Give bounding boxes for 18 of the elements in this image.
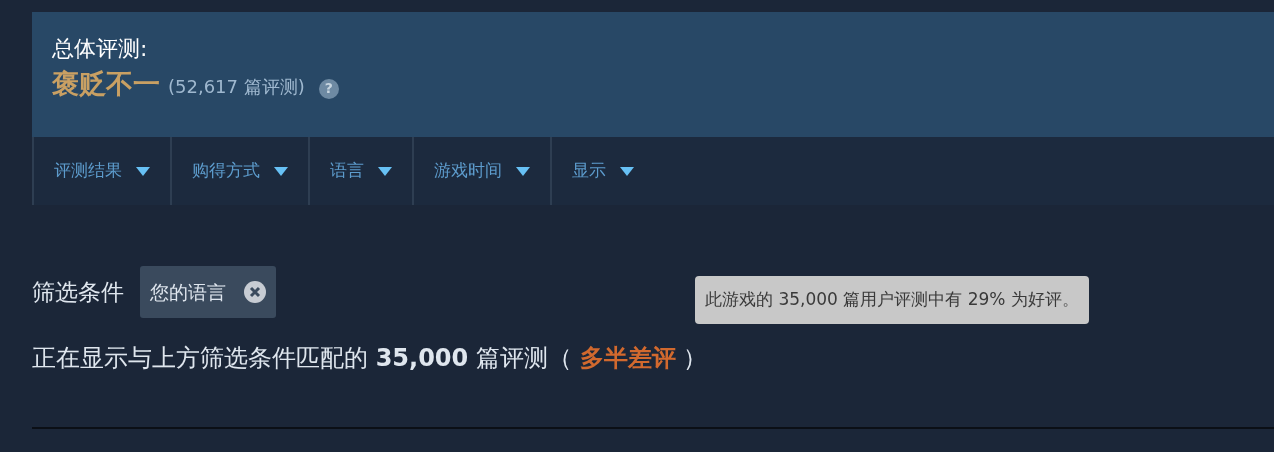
summary-title: 总体评测: (52, 35, 149, 63)
caret-icon (378, 166, 392, 176)
review-count: (52,617 篇评测) (168, 75, 305, 99)
caret-icon (516, 166, 530, 176)
close-icon[interactable] (244, 281, 266, 303)
rating-text: 褒贬不一 (52, 67, 160, 101)
filter-dropdown[interactable]: 语言 (308, 137, 412, 205)
filter-dropdown[interactable]: 评测结果 (32, 137, 170, 205)
tooltip: 此游戏的 35,000 篇用户评测中有 29% 为好评。 (695, 276, 1089, 324)
filter-dropdown[interactable]: 购得方式 (170, 137, 308, 205)
filter-chip[interactable]: 您的语言 (140, 266, 276, 318)
caret-icon (274, 166, 288, 176)
caret-icon (136, 166, 150, 176)
filter-dropdown[interactable]: 游戏时间 (412, 137, 550, 205)
filter-dropdown[interactable]: 显示 (550, 137, 654, 205)
result-summary: 正在显示与上方筛选条件匹配的 35,000 篇评测（ 多半差评 ） (32, 343, 708, 374)
caret-icon (620, 166, 634, 176)
filter-label: 筛选条件 (32, 277, 124, 307)
